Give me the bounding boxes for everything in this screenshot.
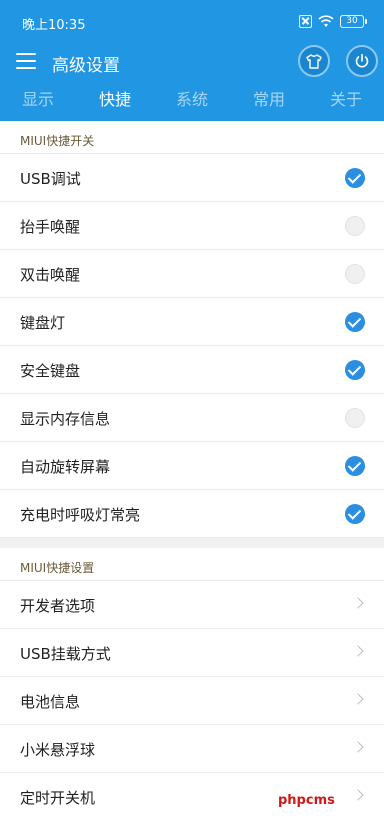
checkbox-checked-icon[interactable]	[345, 312, 365, 332]
quick-settings-list: 开发者选项 USB挂载方式 电池信息小米悬浮球定时开关机	[0, 581, 384, 819]
tab-common[interactable]: 常用	[253, 86, 285, 110]
toggle-row[interactable]: 抬手唤醒	[0, 202, 384, 250]
toggle-row[interactable]: 双击唤醒	[0, 250, 384, 298]
checkbox-checked-icon[interactable]	[345, 504, 365, 524]
toggle-label: 充电时呼吸灯常亮	[20, 506, 141, 524]
checkbox-checked-icon[interactable]	[345, 360, 365, 380]
settings-label: 定时开关机	[20, 789, 96, 807]
chevron-right-icon	[352, 741, 364, 753]
t-shirt-icon	[306, 53, 322, 69]
status-icons: 30	[299, 12, 367, 30]
app: 晚上10:35 30 高级设置 显示 快捷 系统 常用 关于 MIUI快捷开关 …	[0, 0, 384, 819]
checkbox-checked-icon[interactable]	[345, 168, 365, 188]
status-time: 晚上10:35	[22, 18, 86, 33]
toggle-label: 自动旋转屏幕	[20, 458, 111, 476]
power-button[interactable]	[346, 45, 378, 77]
settings-row[interactable]: 开发者选项	[0, 581, 384, 629]
toggle-label: 显示内存信息	[20, 410, 111, 428]
settings-label: 电池信息	[20, 693, 81, 711]
checkbox-unchecked-icon[interactable]	[345, 216, 365, 236]
tab-about[interactable]: 关于	[330, 86, 362, 110]
toggle-label: 双击唤醒	[20, 266, 81, 284]
toggle-row[interactable]: 充电时呼吸灯常亮	[0, 490, 384, 538]
toggle-row[interactable]: 显示内存信息	[0, 394, 384, 442]
toggle-label: 抬手唤醒	[20, 218, 81, 236]
battery-icon: 30	[340, 14, 367, 28]
chevron-right-icon	[352, 597, 364, 609]
section-divider	[0, 538, 384, 548]
app-header: 晚上10:35 30 高级设置 显示 快捷 系统 常用 关于	[0, 0, 384, 121]
tab-system[interactable]: 系统	[176, 86, 208, 110]
wifi-icon	[318, 14, 334, 27]
toggle-label: 键盘灯	[20, 314, 66, 332]
checkbox-unchecked-icon[interactable]	[345, 408, 365, 428]
settings-list: MIUI快捷开关 USB调试抬手唤醒双击唤醒键盘灯安全键盘显示内存信息 自动旋转屏…	[0, 121, 384, 819]
toggle-label: USB调试	[20, 170, 81, 188]
power-icon	[355, 53, 369, 68]
quick-switch-list: USB调试抬手唤醒双击唤醒键盘灯安全键盘显示内存信息 自动旋转屏幕充电时呼吸灯常亮	[0, 154, 384, 538]
section-header-quick-switches: MIUI快捷开关	[0, 121, 384, 154]
chevron-right-icon	[352, 693, 364, 705]
toolbar: 高级设置	[0, 40, 384, 84]
theme-button[interactable]	[298, 45, 330, 77]
settings-label: USB挂载方式	[20, 645, 111, 663]
tab-display[interactable]: 显示	[22, 86, 54, 110]
checkbox-unchecked-icon[interactable]	[345, 264, 365, 284]
toggle-row[interactable]: 键盘灯	[0, 298, 384, 346]
toggle-row[interactable]: 安全键盘	[0, 346, 384, 394]
section-header-quick-settings: MIUI快捷设置	[0, 548, 384, 581]
status-bar: 晚上10:35 30	[0, 0, 384, 40]
tab-bar: 显示 快捷 系统 常用 关于	[0, 86, 384, 112]
tab-shortcuts[interactable]: 快捷	[99, 86, 131, 110]
settings-label: 开发者选项	[20, 597, 96, 615]
sim-icon	[299, 14, 312, 28]
settings-label: 小米悬浮球	[20, 741, 96, 759]
page-title: 高级设置	[52, 56, 120, 76]
menu-icon[interactable]	[16, 53, 36, 69]
settings-row[interactable]: USB挂载方式	[0, 629, 384, 677]
chevron-right-icon	[352, 645, 364, 657]
settings-row[interactable]: 小米悬浮球	[0, 725, 384, 773]
chevron-right-icon	[352, 789, 364, 801]
settings-row[interactable]: 电池信息	[0, 677, 384, 725]
toggle-label: 安全键盘	[20, 362, 81, 380]
checkbox-checked-icon[interactable]	[345, 456, 365, 476]
watermark: phpcms	[278, 793, 335, 808]
toggle-row[interactable]: USB调试	[0, 154, 384, 202]
toggle-row[interactable]: 自动旋转屏幕	[0, 442, 384, 490]
